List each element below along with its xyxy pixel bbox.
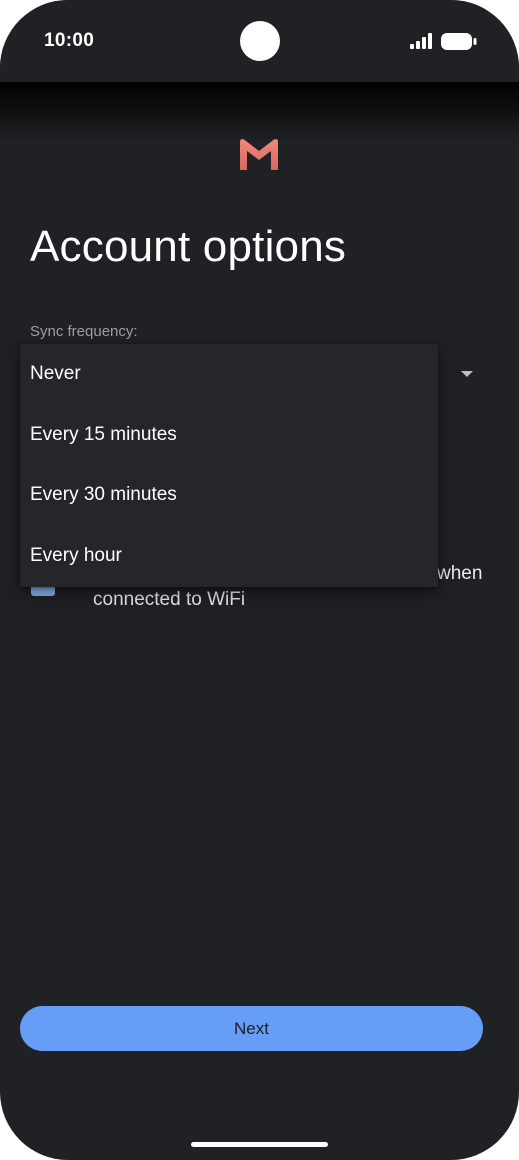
- status-bar: 10:00: [0, 0, 519, 82]
- phone-screen: 10:00 Account options Sync frequency: wh…: [0, 0, 519, 1160]
- gmail-m-logo-icon: [240, 139, 278, 170]
- home-indicator[interactable]: [191, 1142, 328, 1147]
- next-button[interactable]: Next: [20, 1006, 483, 1051]
- page-title: Account options: [30, 222, 347, 271]
- sync-frequency-label: Sync frequency:: [30, 323, 138, 340]
- dropdown-option-15-minutes[interactable]: Every 15 minutes: [30, 420, 177, 450]
- caret-down-icon[interactable]: [461, 371, 473, 377]
- sync-frequency-dropdown-menu: Never Every 15 minutes Every 30 minutes …: [20, 344, 438, 587]
- dropdown-option-30-minutes[interactable]: Every 30 minutes: [30, 480, 177, 510]
- battery-icon: [441, 33, 477, 50]
- front-camera: [240, 21, 280, 61]
- dropdown-option-never[interactable]: Never: [30, 359, 81, 389]
- wifi-label-line2: connected to WiFi: [93, 589, 246, 610]
- dropdown-option-every-hour[interactable]: Every hour: [30, 541, 122, 571]
- app-header: [0, 82, 519, 142]
- signal-icon: [410, 33, 432, 49]
- status-time: 10:00: [44, 30, 95, 51]
- wifi-label-end: when: [437, 563, 483, 584]
